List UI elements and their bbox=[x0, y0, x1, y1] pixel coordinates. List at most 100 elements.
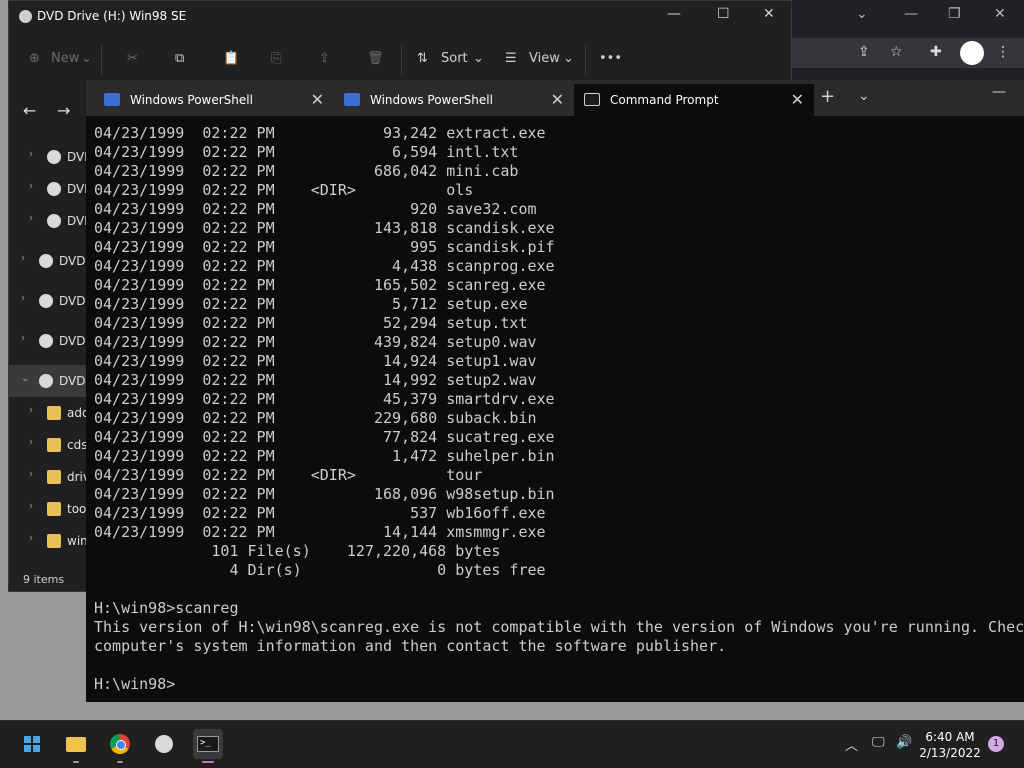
star-icon[interactable]: ☆ bbox=[890, 44, 903, 60]
more-options-icon[interactable]: ••• bbox=[599, 51, 622, 66]
explorer-title: DVD Drive (H:) Win98 SE bbox=[37, 9, 187, 23]
console-line: 04/23/1999 02:22 PM 14,992 setup2.wav bbox=[94, 371, 537, 389]
toolbar-divider bbox=[401, 45, 402, 75]
tree-item[interactable]: › DVD bbox=[9, 285, 89, 317]
new-button[interactable]: New bbox=[51, 51, 79, 66]
toolbar-divider bbox=[101, 45, 102, 75]
view-button[interactable]: View bbox=[529, 51, 560, 66]
tab-label: Windows PowerShell bbox=[130, 93, 253, 107]
profile-avatar[interactable] bbox=[960, 41, 984, 65]
chevron-right-icon[interactable]: › bbox=[29, 213, 33, 224]
tree-item[interactable]: › driv bbox=[9, 461, 90, 493]
chevron-right-icon[interactable]: › bbox=[29, 405, 33, 416]
tree-item[interactable]: › DVD bbox=[9, 205, 93, 237]
forward-arrow-icon[interactable]: → bbox=[57, 101, 70, 120]
console-line: 04/23/1999 02:22 PM <DIR> tour bbox=[94, 466, 483, 484]
tree-item[interactable]: › too bbox=[9, 493, 89, 525]
dvd-drive-icon bbox=[39, 254, 53, 268]
tree-item[interactable]: › DVD bbox=[9, 325, 89, 357]
close-icon[interactable]: ✕ bbox=[791, 90, 804, 109]
maximize-icon[interactable]: ☐ bbox=[717, 6, 730, 22]
chevron-right-icon[interactable]: › bbox=[21, 333, 25, 344]
dvd-drive-icon bbox=[39, 294, 53, 308]
file-explorer-taskbar-button[interactable] bbox=[61, 729, 91, 763]
console-output[interactable]: 04/23/1999 02:22 PM 93,242 extract.exe 04… bbox=[94, 124, 1024, 702]
chevron-right-icon[interactable]: › bbox=[29, 149, 33, 160]
close-icon[interactable]: ✕ bbox=[311, 90, 324, 109]
cut-icon[interactable]: ✂ bbox=[127, 51, 138, 66]
network-icon[interactable]: 🖵 bbox=[872, 735, 885, 750]
minimize-icon[interactable]: — bbox=[992, 84, 1006, 100]
chrome-taskbar-button[interactable] bbox=[105, 729, 135, 763]
tree-item-label: DVD bbox=[59, 294, 86, 308]
close-icon[interactable]: ✕ bbox=[994, 6, 1006, 22]
start-button[interactable] bbox=[17, 729, 47, 759]
console-line: 04/23/1999 02:22 PM 5,712 setup.exe bbox=[94, 295, 528, 313]
sort-button[interactable]: Sort bbox=[441, 51, 468, 66]
dvd-drive-icon bbox=[47, 214, 61, 228]
chevron-down-icon[interactable]: ⌄ bbox=[856, 6, 868, 22]
share-icon[interactable]: ⇪ bbox=[858, 44, 870, 60]
rename-icon[interactable]: ⎘ bbox=[271, 51, 281, 66]
running-indicator bbox=[117, 761, 123, 763]
explorer-nav: ← → bbox=[9, 81, 89, 141]
console-line: 04/23/1999 02:22 PM 45,379 smartdrv.exe bbox=[94, 390, 555, 408]
chevron-right-icon[interactable]: › bbox=[29, 533, 33, 544]
chevron-right-icon[interactable]: › bbox=[29, 501, 33, 512]
console-line: 04/23/1999 02:22 PM 537 wb16off.exe bbox=[94, 504, 546, 522]
tree-item[interactable]: › win bbox=[9, 525, 89, 557]
tab-command-prompt[interactable]: Command Prompt ✕ bbox=[574, 84, 814, 116]
cmd-icon bbox=[584, 93, 600, 106]
tab-windows-powershell[interactable]: Windows PowerShell ✕ bbox=[94, 84, 334, 116]
console-line: 04/23/1999 02:22 PM 229,680 suback.bin bbox=[94, 409, 537, 427]
tab-windows-powershell-2[interactable]: Windows PowerShell ✕ bbox=[334, 84, 574, 116]
chevron-right-icon[interactable]: › bbox=[21, 253, 25, 264]
minimize-icon[interactable]: — bbox=[904, 6, 918, 22]
console-line: computer's system information and then c… bbox=[94, 637, 727, 655]
chevron-down-icon[interactable]: ⌄ bbox=[21, 373, 29, 384]
chevron-up-icon[interactable]: ︿ bbox=[845, 735, 858, 754]
close-icon[interactable]: ✕ bbox=[763, 6, 775, 22]
volume-icon[interactable]: 🔊 bbox=[896, 735, 912, 750]
tree-item[interactable]: › add bbox=[9, 397, 90, 429]
close-icon[interactable]: ✕ bbox=[551, 90, 564, 109]
minimize-icon[interactable]: — bbox=[667, 6, 681, 22]
tree-item[interactable]: › cds bbox=[9, 429, 89, 461]
folder-icon bbox=[47, 406, 61, 420]
dvd-drive-icon bbox=[19, 10, 32, 23]
clock-date: 2/13/2022 bbox=[919, 746, 981, 760]
dvd-drive-icon bbox=[47, 150, 61, 164]
chevron-down-icon: ⌄ bbox=[563, 51, 574, 66]
tree-item[interactable]: › DVD bbox=[9, 245, 89, 277]
chrome-icon bbox=[110, 734, 130, 754]
chevron-right-icon[interactable]: › bbox=[21, 293, 25, 304]
console-line: 04/23/1999 02:22 PM 93,242 extract.exe bbox=[94, 124, 546, 142]
browser-tab-strip: ⌄ — ❐ ✕ bbox=[792, 0, 1024, 30]
chevron-down-icon[interactable]: ⌄ bbox=[858, 88, 870, 104]
back-arrow-icon[interactable]: ← bbox=[23, 101, 36, 120]
chevron-right-icon[interactable]: › bbox=[29, 469, 33, 480]
console-line: 04/23/1999 02:22 PM 143,818 scandisk.exe bbox=[94, 219, 555, 237]
console-line: H:\win98>scanreg bbox=[94, 599, 239, 617]
notification-badge[interactable]: 1 bbox=[988, 736, 1004, 752]
paste-icon[interactable]: 📋 bbox=[223, 51, 239, 66]
chevron-right-icon[interactable]: › bbox=[29, 437, 33, 448]
clock[interactable]: 6:40 AM 2/13/2022 bbox=[918, 729, 982, 761]
share-icon[interactable]: ⇪ bbox=[319, 51, 330, 66]
console-line: 04/23/1999 02:22 PM 4,438 scanprog.exe bbox=[94, 257, 555, 275]
more-menu-icon[interactable]: ⋮ bbox=[996, 44, 1010, 60]
terminal-taskbar-button[interactable]: >_ bbox=[193, 729, 223, 763]
powershell-icon bbox=[344, 93, 360, 106]
extensions-icon[interactable]: ✚ bbox=[930, 44, 942, 60]
dvd-taskbar-button[interactable] bbox=[149, 729, 179, 759]
new-tab-icon[interactable]: + bbox=[820, 86, 835, 107]
tree-item[interactable]: ⌄ DVD bbox=[9, 365, 89, 397]
delete-icon[interactable]: 🗑 bbox=[367, 51, 384, 66]
running-indicator bbox=[202, 761, 214, 763]
tree-item[interactable]: › DVD bbox=[9, 141, 93, 173]
console-line: 04/23/1999 02:22 PM 1,472 suhelper.bin bbox=[94, 447, 555, 465]
chevron-right-icon[interactable]: › bbox=[29, 181, 33, 192]
copy-icon[interactable]: ⧉ bbox=[175, 51, 184, 66]
tree-item[interactable]: › DVD bbox=[9, 173, 93, 205]
restore-icon[interactable]: ❐ bbox=[948, 6, 961, 22]
